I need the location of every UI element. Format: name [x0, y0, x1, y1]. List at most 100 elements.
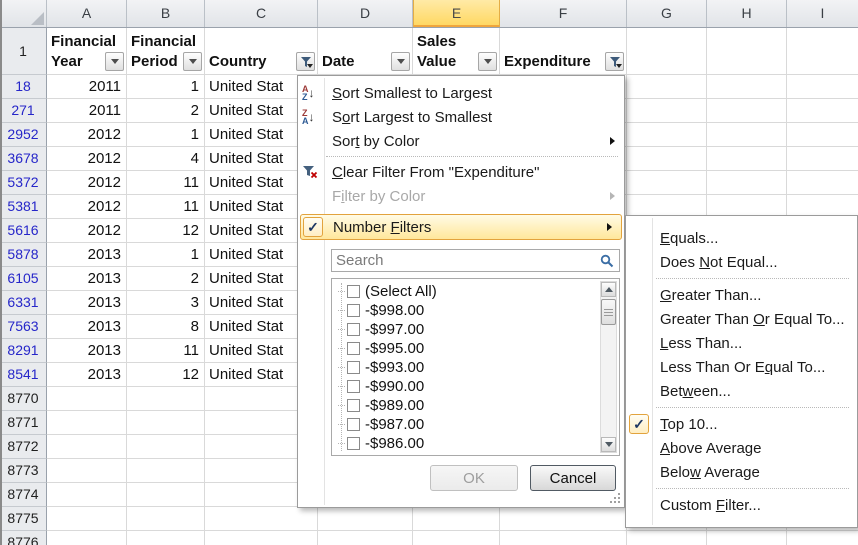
cell-financial-year[interactable]: 2011 [47, 75, 127, 99]
column-header[interactable]: B [127, 0, 205, 27]
search-input[interactable] [332, 252, 600, 269]
filter-button-sales-value[interactable] [478, 52, 497, 71]
cell[interactable] [627, 531, 707, 545]
resize-grip[interactable] [608, 493, 620, 504]
menu-item-sort-by-color[interactable]: Sort by Color [298, 129, 624, 153]
checkbox[interactable] [347, 342, 360, 355]
cell-financial-year[interactable]: 2013 [47, 267, 127, 291]
cell-financial-year[interactable] [47, 459, 127, 483]
cell-financial-period[interactable]: 11 [127, 339, 205, 363]
cell-financial-period[interactable]: 1 [127, 243, 205, 267]
cell-financial-year[interactable]: 2013 [47, 339, 127, 363]
cell-financial-year[interactable] [47, 411, 127, 435]
row-header[interactable]: 271 [0, 99, 47, 123]
cell-financial-year[interactable]: 2013 [47, 315, 127, 339]
cell[interactable] [707, 99, 787, 123]
cell-financial-period[interactable]: 2 [127, 99, 205, 123]
filter-value-item[interactable]: -$987.00 [338, 415, 619, 434]
checkbox[interactable] [347, 304, 360, 317]
row-header[interactable]: 3678 [0, 147, 47, 171]
cell-financial-year[interactable] [47, 531, 127, 545]
filter-value-item[interactable]: -$989.00 [338, 396, 619, 415]
checkbox[interactable] [347, 437, 360, 450]
cell-expenditure-header[interactable]: Expenditure [500, 28, 627, 75]
cell-date-header[interactable]: Date [318, 28, 413, 75]
filter-value-item[interactable]: -$998.00 [338, 301, 619, 320]
cell-country[interactable] [205, 507, 318, 531]
cell-financial-period[interactable] [127, 411, 205, 435]
cell-financial-period[interactable]: 12 [127, 219, 205, 243]
cell-financial-period[interactable]: 3 [127, 291, 205, 315]
cell[interactable] [627, 28, 707, 75]
filter-value-item[interactable]: -$990.00 [338, 377, 619, 396]
cell-financial-period[interactable]: 2 [127, 267, 205, 291]
scrollbar[interactable] [600, 281, 617, 453]
column-header[interactable]: A [47, 0, 127, 27]
submenu-item-top-10[interactable]: ✓ Top 10... [626, 412, 857, 436]
row-header[interactable]: 8772 [0, 435, 47, 459]
cell[interactable] [500, 531, 627, 545]
cell-financial-period[interactable]: 12 [127, 363, 205, 387]
cell-financial-year[interactable] [47, 507, 127, 531]
cell-country-header[interactable]: Country [205, 28, 318, 75]
row-header[interactable]: 8774 [0, 483, 47, 507]
cell[interactable] [627, 75, 707, 99]
cell-financial-period[interactable]: 4 [127, 147, 205, 171]
cell[interactable] [627, 99, 707, 123]
cell[interactable] [707, 75, 787, 99]
cell-financial-year[interactable]: 2013 [47, 291, 127, 315]
filter-value-item[interactable]: -$995.00 [338, 339, 619, 358]
cell-financial-year[interactable]: 2013 [47, 243, 127, 267]
cell-financial-year[interactable]: 2012 [47, 123, 127, 147]
row-header[interactable]: 8776 [0, 531, 47, 545]
cell[interactable] [413, 507, 500, 531]
submenu-item-custom-filter[interactable]: Custom Filter... [626, 493, 857, 517]
cell-financial-period[interactable] [127, 531, 205, 545]
cell-financial-period[interactable] [127, 507, 205, 531]
filter-button-financial-period[interactable] [183, 52, 202, 71]
cell[interactable] [787, 123, 858, 147]
cell[interactable] [787, 99, 858, 123]
scroll-down-button[interactable] [601, 437, 616, 452]
filter-value-item-partial[interactable] [338, 453, 619, 456]
cell-country[interactable] [205, 531, 318, 545]
row-header[interactable]: 8541 [0, 363, 47, 387]
filter-button-date[interactable] [391, 52, 410, 71]
cell-financial-period[interactable]: 1 [127, 75, 205, 99]
column-header[interactable]: D [318, 0, 413, 27]
cell-financial-period[interactable] [127, 435, 205, 459]
column-header[interactable]: F [500, 0, 627, 27]
submenu-item-equals[interactable]: Equals... [626, 226, 857, 250]
row-header[interactable]: 2952 [0, 123, 47, 147]
filter-value-item[interactable]: -$997.00 [338, 320, 619, 339]
column-header[interactable]: E [413, 0, 500, 27]
cell[interactable] [627, 147, 707, 171]
checkbox[interactable] [347, 418, 360, 431]
submenu-item-greater-than[interactable]: Greater Than... [626, 283, 857, 307]
row-header[interactable]: 8771 [0, 411, 47, 435]
cell[interactable] [707, 28, 787, 75]
checkbox[interactable] [347, 399, 360, 412]
filter-button-expenditure-filtered[interactable] [605, 52, 624, 71]
row-header[interactable]: 5372 [0, 171, 47, 195]
checkbox[interactable] [347, 285, 360, 298]
cell[interactable] [787, 147, 858, 171]
filter-value-item[interactable]: (Select All) [338, 282, 619, 301]
filter-value-item[interactable]: -$993.00 [338, 358, 619, 377]
row-header[interactable]: 6105 [0, 267, 47, 291]
checkbox[interactable] [347, 361, 360, 374]
menu-item-sort-largest-to-smallest[interactable]: ZA↓ Sort Largest to Smallest [298, 105, 624, 129]
cell[interactable] [707, 147, 787, 171]
cell[interactable] [787, 171, 858, 195]
cell-financial-year[interactable]: 2012 [47, 171, 127, 195]
cell[interactable] [627, 123, 707, 147]
row-header[interactable]: 1 [0, 28, 47, 75]
filter-button-country-filtered[interactable] [296, 52, 315, 71]
cell[interactable] [707, 531, 787, 545]
select-all-corner[interactable] [0, 0, 47, 27]
search-icon[interactable] [600, 254, 614, 268]
cell-financial-period[interactable]: 11 [127, 195, 205, 219]
cell-financial-period[interactable] [127, 459, 205, 483]
cell-financial-period[interactable] [127, 387, 205, 411]
submenu-item-does-not-equal[interactable]: Does Not Equal... [626, 250, 857, 274]
